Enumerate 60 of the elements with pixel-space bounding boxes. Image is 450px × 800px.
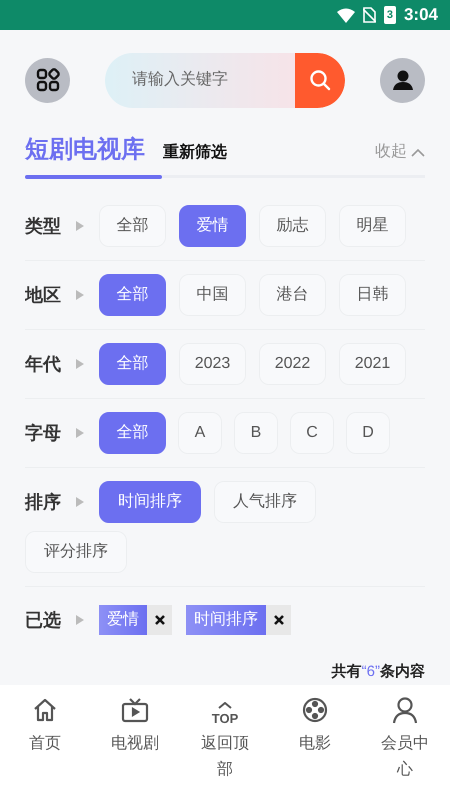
search-button[interactable] (295, 52, 345, 108)
film-reel-icon (301, 696, 329, 724)
triangle-icon (76, 221, 84, 231)
filter-chip[interactable]: 明星 (339, 205, 406, 247)
filter-chip[interactable]: B (234, 412, 278, 454)
reset-filter-link[interactable]: 重新筛选 (163, 145, 227, 161)
menu-button[interactable] (25, 58, 70, 102)
chevron-up-icon (411, 148, 425, 156)
filter-chip[interactable]: 2023 (179, 343, 246, 385)
filter-chip[interactable]: 2021 (339, 343, 406, 385)
filter-chip[interactable]: 爱情 (179, 205, 246, 247)
search-field[interactable]: 请输入关键字 (105, 52, 295, 108)
filter-chip[interactable]: 全部 (99, 412, 166, 454)
filter-chip[interactable]: 全部 (99, 343, 166, 385)
no-sim-icon (362, 7, 376, 23)
profile-button[interactable] (380, 58, 425, 102)
nav-label[interactable]: 会员中心 (378, 731, 432, 782)
selected-tag: 时间排序 (186, 605, 266, 635)
close-icon (274, 615, 284, 625)
grid-icon (36, 68, 60, 92)
search-icon (309, 69, 331, 91)
tv-icon (121, 697, 149, 723)
close-icon (154, 615, 164, 625)
home-icon (32, 697, 58, 723)
wifi-icon (336, 8, 355, 22)
filter-chip[interactable]: 励志 (259, 205, 326, 247)
page-title: 短剧电视库 (25, 138, 145, 162)
filter-label: 字母 (25, 422, 61, 444)
filter-chip[interactable]: 中国 (179, 274, 246, 316)
filter-chip[interactable]: 日韩 (339, 274, 406, 316)
nav-label[interactable]: 首页 (18, 731, 72, 757)
filter-chip[interactable]: 港台 (259, 274, 326, 316)
filter-label: 已选 (25, 608, 61, 632)
triangle-icon (76, 428, 84, 438)
filter-chip[interactable]: 评分排序 (25, 531, 127, 573)
remove-tag-button[interactable] (147, 605, 172, 635)
triangle-icon (76, 497, 84, 507)
filter-chip[interactable]: 人气排序 (214, 481, 316, 523)
nav-label[interactable]: 返回顶部 (198, 731, 252, 782)
filter-label: 排序 (25, 490, 61, 514)
clock-time: 3:04 (404, 4, 438, 26)
nav-label[interactable]: 电视剧 (108, 731, 162, 757)
filter-chip[interactable]: C (290, 412, 334, 454)
filter-chip[interactable]: 时间排序 (99, 481, 201, 523)
remove-tag-button[interactable] (266, 605, 291, 635)
result-count: 共有“6”条内容 (332, 662, 425, 682)
nav-label[interactable]: 电影 (288, 731, 342, 757)
filter-chip[interactable]: 2022 (259, 343, 326, 385)
selected-tag: 爱情 (99, 605, 147, 635)
filter-chip[interactable]: 全部 (99, 274, 166, 316)
filter-label: 类型 (25, 214, 61, 238)
triangle-icon (76, 290, 84, 300)
filter-chip[interactable]: D (346, 412, 390, 454)
triangle-icon (76, 359, 84, 369)
triangle-icon (76, 615, 84, 625)
battery-icon: 3 (384, 6, 396, 24)
filter-chip[interactable]: A (178, 412, 222, 454)
person-icon (392, 696, 418, 724)
user-icon (392, 69, 414, 91)
filter-chip[interactable]: 全部 (99, 205, 166, 247)
